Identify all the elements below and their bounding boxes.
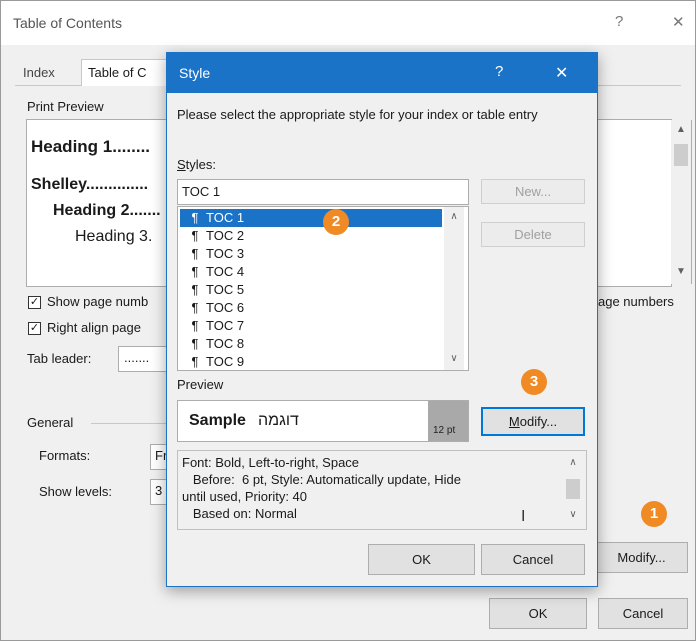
preview-heading-1: Heading 1........ bbox=[31, 137, 151, 156]
print-preview-box: Heading 1........ Shelley.............. … bbox=[26, 119, 178, 287]
style-description-line: Font: Bold, Left-to-right, Space bbox=[182, 455, 360, 470]
toc-help-button[interactable]: ? bbox=[615, 13, 623, 30]
style-preview-box: Sample דוגמה 12 pt bbox=[177, 400, 469, 442]
show-page-numbers-checkbox[interactable]: ✓ bbox=[28, 296, 41, 309]
delete-style-button[interactable]: Delete bbox=[481, 222, 585, 247]
print-preview-label: Print Preview bbox=[27, 99, 104, 114]
preview-heading-3: Heading 3. bbox=[75, 228, 153, 245]
pilcrow-icon: ¶ bbox=[191, 264, 199, 279]
style-dialog: Style ? ✕ Please select the appropriate … bbox=[166, 52, 598, 587]
pilcrow-icon: ¶ bbox=[191, 354, 199, 369]
toc-modify-button[interactable]: Modify... bbox=[595, 542, 688, 573]
styles-list-item-label: TOC 7 bbox=[206, 318, 245, 333]
formats-label: Formats: bbox=[39, 448, 91, 463]
styles-list-scrollbar[interactable]: ∧ ∨ bbox=[444, 207, 464, 370]
style-dialog-title: Style bbox=[179, 65, 211, 81]
pilcrow-icon: ¶ bbox=[191, 282, 199, 297]
web-preview-box bbox=[596, 119, 672, 287]
show-levels-label: Show levels: bbox=[39, 484, 112, 499]
description-scroll-thumb[interactable] bbox=[566, 479, 580, 499]
styles-list-item-label: TOC 3 bbox=[206, 246, 245, 261]
styles-list[interactable]: ¶ TOC 1 ¶ TOC 2 ¶ TOC 3 ¶ TOC 4 ¶ TOC 5 ¶ TOC 6 ¶ TOC… bbox=[177, 206, 469, 371]
show-page-numbers-label: Show page numb bbox=[47, 294, 149, 309]
general-group-line bbox=[91, 423, 167, 424]
text-cursor-icon: I bbox=[521, 508, 526, 525]
styles-input[interactable]: TOC 1 bbox=[177, 179, 469, 205]
styles-scroll-up-icon[interactable]: ∧ bbox=[444, 211, 464, 222]
styles-list-item-label: TOC 1 bbox=[206, 210, 245, 225]
preview-size-swatch: 12 pt bbox=[428, 401, 468, 441]
style-modify-button[interactable]: Modify... bbox=[481, 407, 585, 436]
tab-index[interactable]: Index bbox=[17, 60, 61, 86]
step-badge-2: 2 bbox=[323, 209, 349, 235]
style-description-line: Before: 6 pt, Style: Automatically updat… bbox=[182, 472, 461, 487]
general-group-label: General bbox=[27, 415, 74, 430]
styles-list-item[interactable]: ¶ TOC 5 bbox=[180, 281, 442, 299]
scroll-up-icon[interactable]: ▲ bbox=[671, 124, 691, 135]
style-description-line: until used, Priority: 40 bbox=[182, 489, 308, 504]
toc-title-bar: Table of Contents ? ✕ bbox=[1, 1, 695, 45]
styles-list-item[interactable]: ¶ TOC 7 bbox=[180, 317, 442, 335]
styles-list-item-label: TOC 9 bbox=[206, 354, 245, 369]
style-help-button[interactable]: ? bbox=[495, 63, 503, 80]
pilcrow-icon: ¶ bbox=[191, 318, 199, 333]
style-instruction: Please select the appropriate style for … bbox=[177, 107, 538, 122]
styles-list-item[interactable]: ¶ TOC 9 bbox=[180, 353, 442, 370]
styles-list-item[interactable]: ¶ TOC 2 bbox=[180, 227, 442, 245]
show-levels-value: 3 bbox=[155, 483, 163, 498]
styles-list-item-label: TOC 4 bbox=[206, 264, 245, 279]
pilcrow-icon: ¶ bbox=[191, 210, 199, 225]
scroll-thumb[interactable] bbox=[674, 144, 688, 166]
toc-close-button[interactable]: ✕ bbox=[672, 13, 685, 31]
pilcrow-icon: ¶ bbox=[191, 246, 199, 261]
use-hyperlinks-label: age numbers bbox=[598, 294, 674, 309]
preview-heading-2: Heading 2....... bbox=[53, 202, 161, 219]
styles-scroll-down-icon[interactable]: ∨ bbox=[444, 353, 464, 364]
pilcrow-icon: ¶ bbox=[191, 336, 199, 351]
pilcrow-icon: ¶ bbox=[191, 228, 199, 243]
new-style-button[interactable]: New... bbox=[481, 179, 585, 204]
preview-hebrew-text: דוגמה bbox=[258, 412, 299, 429]
toc-dialog-title: Table of Contents bbox=[13, 15, 122, 31]
toc-cancel-button[interactable]: Cancel bbox=[598, 598, 688, 629]
styles-list-item[interactable]: ¶ TOC 8 bbox=[180, 335, 442, 353]
toc-ok-button[interactable]: OK bbox=[489, 598, 587, 629]
styles-list-item[interactable]: ¶ TOC 4 bbox=[180, 263, 442, 281]
styles-label: Styles: bbox=[177, 157, 217, 172]
styles-list-item-label: TOC 6 bbox=[206, 300, 245, 315]
styles-list-item-label: TOC 5 bbox=[206, 282, 245, 297]
preview-label: Preview bbox=[177, 377, 224, 392]
styles-input-value: TOC 1 bbox=[182, 184, 221, 199]
preview-shelley: Shelley.............. bbox=[31, 176, 149, 193]
style-ok-button[interactable]: OK bbox=[368, 544, 475, 575]
tab-leader-label: Tab leader: bbox=[27, 351, 92, 366]
style-description-line: Based on: Normal bbox=[182, 506, 297, 521]
tab-table-of-contents[interactable]: Table of C bbox=[81, 59, 175, 86]
styles-list-item[interactable]: ¶ TOC 1 bbox=[180, 209, 442, 227]
description-scroll-down-icon[interactable]: ∨ bbox=[562, 509, 584, 520]
styles-list-item[interactable]: ¶ TOC 6 bbox=[180, 299, 442, 317]
step-badge-3: 3 bbox=[521, 369, 547, 395]
style-description-box: Font: Bold, Left-to-right, Space Before:… bbox=[177, 450, 587, 530]
scroll-down-icon[interactable]: ▼ bbox=[671, 266, 691, 277]
preview-size-label: 12 pt bbox=[433, 425, 456, 436]
styles-list-item-label: TOC 2 bbox=[206, 228, 245, 243]
right-align-label: Right align page bbox=[47, 320, 141, 335]
style-close-button[interactable]: ✕ bbox=[555, 63, 568, 83]
right-align-checkbox[interactable]: ✓ bbox=[28, 322, 41, 335]
preview-scrollbar[interactable]: ▲ ▼ bbox=[671, 120, 692, 284]
styles-list-item[interactable]: ¶ TOC 3 bbox=[180, 245, 442, 263]
description-scroll-up-icon[interactable]: ∧ bbox=[562, 457, 584, 468]
description-scrollbar[interactable]: ∧ ∨ bbox=[562, 451, 584, 529]
pilcrow-icon: ¶ bbox=[191, 300, 199, 315]
styles-list-item-label: TOC 8 bbox=[206, 336, 245, 351]
style-cancel-button[interactable]: Cancel bbox=[481, 544, 585, 575]
step-badge-1: 1 bbox=[641, 501, 667, 527]
preview-sample-text: Sample bbox=[189, 412, 246, 429]
tab-leader-value: ....... bbox=[124, 350, 150, 365]
style-title-bar: Style ? ✕ bbox=[167, 53, 597, 93]
